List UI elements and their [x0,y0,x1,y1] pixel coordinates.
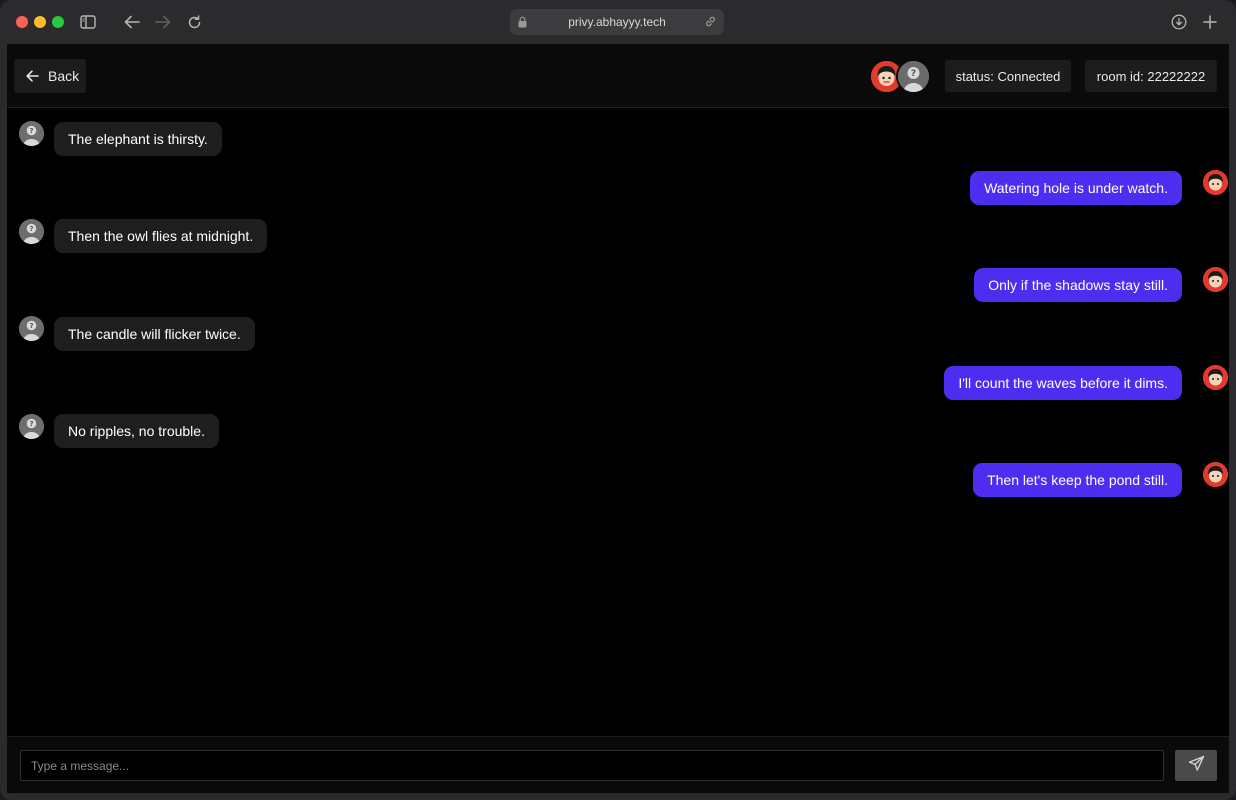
outgoing-message: Watering hole is under watch. [970,171,1182,205]
new-tab-icon[interactable] [1199,11,1221,33]
incoming-message: No ripples, no trouble. [54,414,219,448]
guest-avatar: ? [896,59,931,94]
address-bar[interactable]: privy.abhayyy.tech [510,9,724,35]
browser-toolbar: privy.abhayyy.tech [0,0,1236,44]
message-input[interactable] [20,750,1164,781]
svg-text:?: ? [29,127,33,135]
sidebar-icon[interactable] [77,11,99,33]
chat-header: Back ? status: Connected room id: 222222… [7,44,1229,108]
svg-text:?: ? [29,225,33,233]
status-badge: status: Connected [945,60,1071,92]
guest-avatar: ? [19,414,44,439]
svg-text:?: ? [911,69,916,79]
svg-text:?: ? [29,420,33,428]
outgoing-message: Then let's keep the pond still. [973,463,1182,497]
svg-text:?: ? [29,322,33,330]
minimize-window-button[interactable] [34,16,46,28]
outgoing-message: I'll count the waves before it dims. [944,366,1182,400]
incoming-message: Then the owl flies at midnight. [54,219,268,253]
incoming-message: The candle will flicker twice. [54,317,255,351]
user-avatar [1203,462,1228,487]
send-icon [1188,755,1205,777]
url-text: privy.abhayyy.tech [568,15,666,29]
outgoing-message: Only if the shadows stay still. [974,268,1182,302]
guest-avatar: ? [19,219,44,244]
message-list: ? The elephant is thirsty. Watering hole… [7,108,1229,736]
user-avatar [1203,267,1228,292]
back-label: Back [48,68,80,84]
room-id-badge: room id: 22222222 [1085,60,1217,92]
back-button[interactable]: Back [14,59,86,93]
incoming-message: The elephant is thirsty. [54,122,222,156]
browser-window: privy.abhayyy.tech Back ? status: Connec… [0,0,1236,800]
participants: ? [869,59,933,95]
zoom-window-button[interactable] [52,16,64,28]
back-icon[interactable] [121,11,143,33]
user-avatar [1203,365,1228,390]
message-composer [7,736,1229,793]
download-icon[interactable] [1168,11,1190,33]
send-button[interactable] [1175,750,1217,781]
arrow-left-icon [26,70,39,82]
user-avatar [1203,170,1228,195]
forward-icon[interactable] [152,11,174,33]
guest-avatar: ? [19,316,44,341]
link-icon[interactable] [704,15,717,33]
close-window-button[interactable] [16,16,28,28]
chat-app: Back ? status: Connected room id: 222222… [7,44,1229,793]
guest-avatar: ? [19,121,44,146]
reload-icon[interactable] [183,11,205,33]
